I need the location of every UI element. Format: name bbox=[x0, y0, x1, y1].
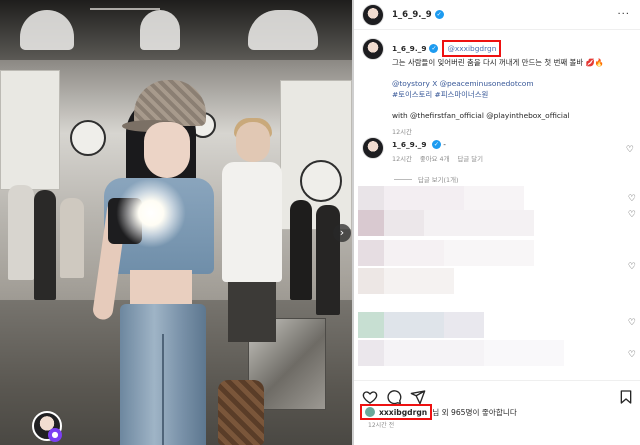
likes-count[interactable]: 님 외 965명이 좋아합니다 bbox=[432, 407, 517, 418]
avatar bbox=[365, 407, 375, 417]
liker-username[interactable]: xxxibgdrgn bbox=[379, 408, 427, 417]
avatar[interactable] bbox=[362, 137, 384, 159]
blurred-comment: ♡ bbox=[354, 340, 640, 366]
caption-time: 12시간 bbox=[392, 128, 412, 136]
share-icon[interactable] bbox=[410, 389, 426, 405]
heart-icon[interactable] bbox=[362, 389, 378, 405]
wall-art bbox=[300, 160, 342, 202]
post-header: 1_6_9._9 ✓ ··· bbox=[354, 0, 640, 30]
chevron-right-icon[interactable]: › bbox=[333, 224, 351, 242]
heart-icon[interactable]: ♡ bbox=[628, 210, 636, 220]
bystander bbox=[290, 200, 312, 300]
heart-icon[interactable]: ♡ bbox=[628, 350, 636, 360]
handbag bbox=[218, 380, 264, 445]
more-icon[interactable]: ··· bbox=[617, 9, 630, 20]
blurred-comment: ♡ bbox=[354, 210, 640, 236]
comment-icon[interactable] bbox=[386, 389, 402, 405]
caption-text: 그는 사람들이 잊어버린 춤을 다시 꺼내게 만드는 첫 번째 볼바 💋🔥 bbox=[392, 58, 604, 67]
comment-likes[interactable]: 좋아요 4개 bbox=[420, 154, 450, 165]
reply-button[interactable]: 답글 달기 bbox=[458, 154, 484, 165]
heart-icon[interactable]: ♡ bbox=[628, 318, 636, 328]
avatar[interactable] bbox=[362, 3, 384, 26]
heart-icon[interactable]: ♡ bbox=[626, 145, 634, 155]
post-side-panel: 1_6_9._9 ✓ ··· 1_6_9._9 ✓ @xxxibgdrgn 그는… bbox=[354, 0, 640, 445]
bookmark-icon[interactable] bbox=[618, 389, 634, 405]
caption-links[interactable]: @toystory X @peaceminusonedotcom bbox=[392, 78, 636, 89]
likes-line: xxxibgdrgn 님 외 965명이 좋아합니다 bbox=[360, 404, 517, 420]
verified-icon: ✓ bbox=[434, 10, 444, 19]
liker-highlight[interactable]: xxxibgdrgn bbox=[360, 404, 433, 420]
bystander bbox=[34, 190, 56, 300]
blurred-comment: ♡ bbox=[354, 312, 640, 338]
post-time: 12시간 전 bbox=[368, 422, 395, 429]
ceiling-art bbox=[248, 10, 318, 50]
verified-icon: ✓ bbox=[431, 140, 441, 149]
bystander bbox=[8, 185, 34, 280]
post-photo[interactable]: › ● bbox=[0, 0, 352, 445]
caption-hashtags[interactable]: #토이스토리 #피스마이너스원 bbox=[392, 89, 636, 100]
blurred-comment: ♡ bbox=[354, 186, 640, 212]
post-username[interactable]: 1_6_9._9 bbox=[392, 10, 432, 20]
mention-link[interactable]: @xxxibgdrgn bbox=[442, 40, 502, 57]
caption-with[interactable]: with @thefirstfan_official @playinthebox… bbox=[392, 110, 636, 121]
bystander bbox=[60, 198, 84, 278]
blurred-comment: ♡ bbox=[354, 240, 640, 272]
story-badge-icon: ● bbox=[48, 428, 62, 442]
comment-text: - bbox=[443, 140, 446, 149]
bystander bbox=[316, 205, 340, 315]
gallery-wall bbox=[0, 70, 60, 190]
comment-username[interactable]: 1_6_9._9 bbox=[392, 140, 426, 149]
view-replies-button[interactable]: 답글 보기(1개) bbox=[394, 175, 458, 184]
ceiling-reflection bbox=[0, 0, 352, 60]
ceiling-line bbox=[90, 8, 160, 10]
ceiling-art bbox=[140, 10, 180, 50]
heart-icon[interactable]: ♡ bbox=[628, 194, 636, 204]
ceiling-art bbox=[20, 10, 74, 50]
avatar[interactable] bbox=[362, 38, 384, 60]
caption-username[interactable]: 1_6_9._9 bbox=[392, 43, 426, 54]
blurred-comment bbox=[354, 268, 640, 294]
camera-flash bbox=[116, 178, 186, 248]
comment-time: 12시간 bbox=[392, 155, 412, 163]
verified-icon: ✓ bbox=[429, 44, 439, 53]
